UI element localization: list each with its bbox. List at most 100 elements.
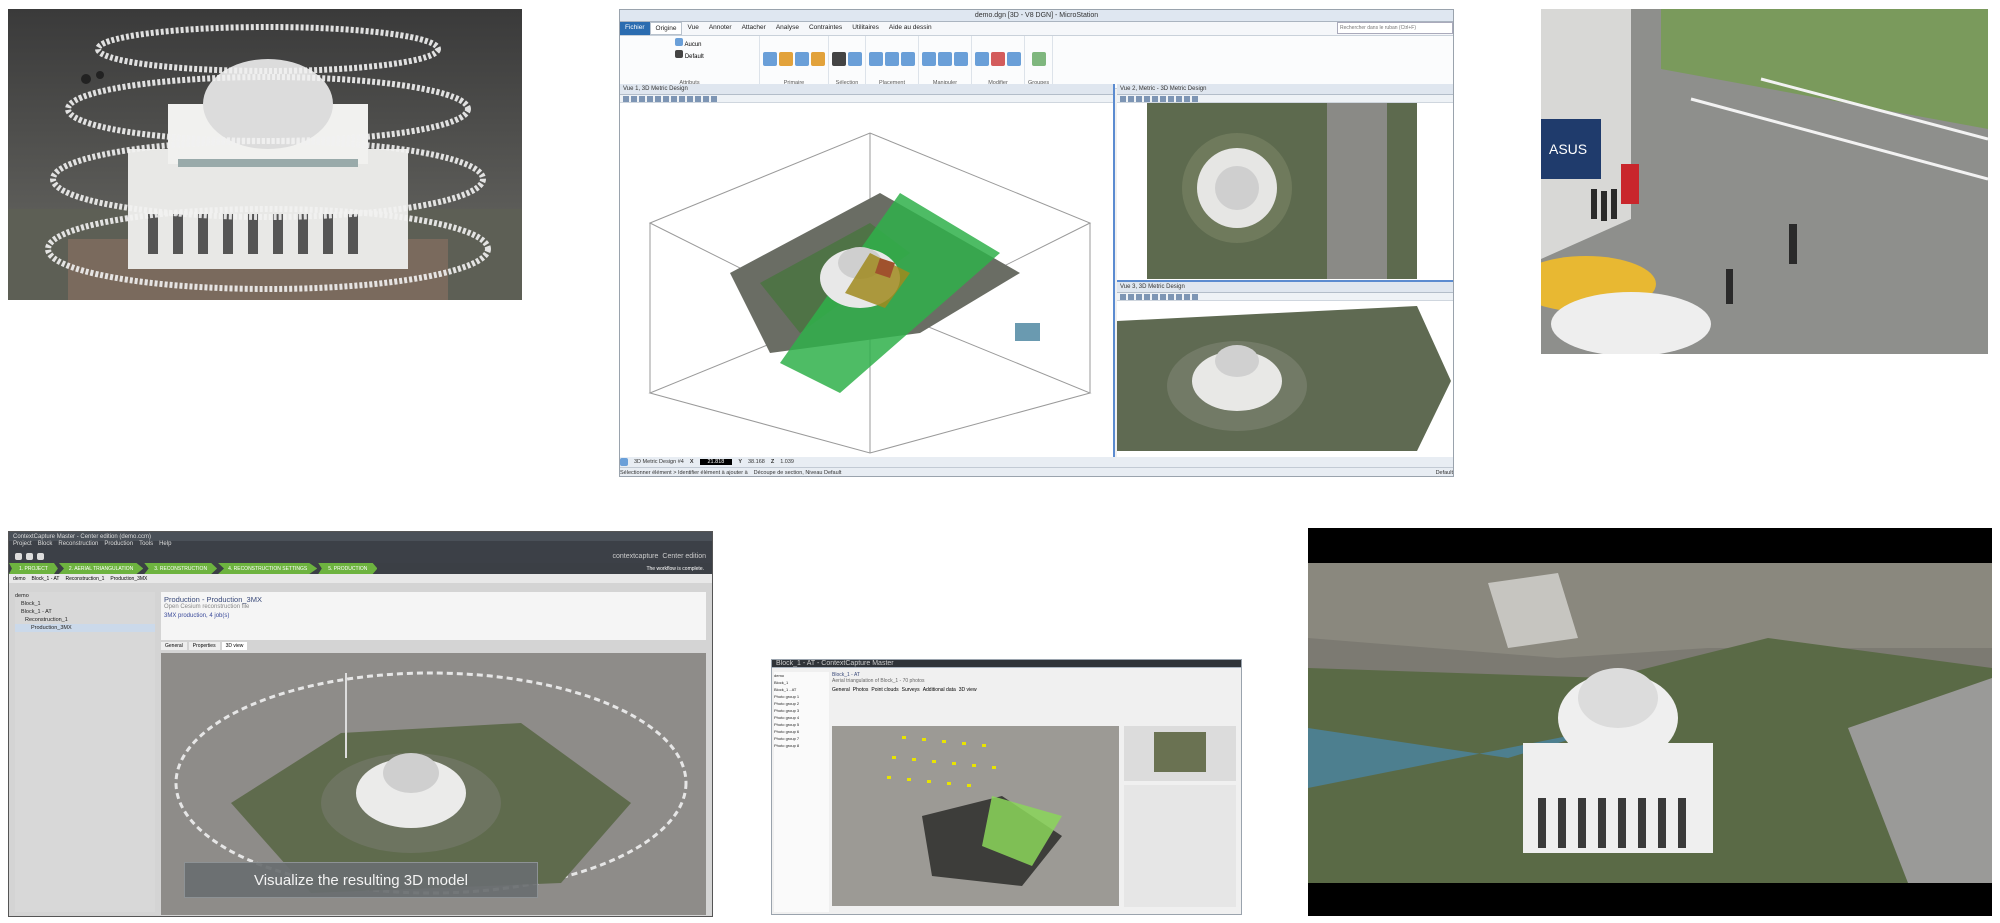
- trim-multiple-button[interactable]: [1007, 52, 1021, 66]
- models-button[interactable]: [795, 52, 809, 66]
- tree-item[interactable]: Photo group 4: [774, 714, 829, 721]
- tree-item[interactable]: Photo group 1: [774, 693, 829, 700]
- breadcrumb-item[interactable]: demo: [13, 576, 26, 582]
- tree-item[interactable]: Block_1: [774, 679, 829, 686]
- tab-additional-data[interactable]: Additional data: [923, 687, 956, 693]
- tab-photos[interactable]: Photos: [853, 687, 869, 693]
- menu-tools[interactable]: Tools: [139, 541, 153, 549]
- tab-contraintes[interactable]: Contraintes: [804, 22, 847, 35]
- tree-item[interactable]: Block_1 - AT: [774, 686, 829, 693]
- microstation-titlebar: demo.dgn [3D - V8 DGN] - MicroStation: [620, 10, 1453, 22]
- view-3-toolbar: [1117, 293, 1453, 301]
- breadcrumb-item[interactable]: Reconstruction_1: [66, 576, 105, 582]
- menu-block[interactable]: Block: [38, 541, 53, 549]
- tab-general[interactable]: General: [161, 642, 187, 650]
- tree-item[interactable]: Photo group 7: [774, 735, 829, 742]
- project-tree: demo Block_1 Block_1 - AT Reconstruction…: [15, 592, 155, 912]
- tab-fichier[interactable]: Fichier: [620, 22, 650, 35]
- break-element-button[interactable]: [991, 52, 1005, 66]
- tree-item[interactable]: Photo group 6: [774, 728, 829, 735]
- view-1-model: [648, 132, 1092, 454]
- tree-item[interactable]: Photo group 8: [774, 742, 829, 749]
- tab-aide-dessin[interactable]: Aide au dessin: [884, 22, 937, 35]
- style-value[interactable]: Default: [685, 54, 704, 60]
- tab-point-clouds[interactable]: Point clouds: [871, 687, 898, 693]
- modify-element-button[interactable]: [975, 52, 989, 66]
- attach-button[interactable]: [779, 52, 793, 66]
- tab-3d-view[interactable]: 3D view: [959, 687, 977, 693]
- tab-utilitaires[interactable]: Utilitaires: [847, 22, 884, 35]
- tree-item[interactable]: Photo group 3: [774, 707, 829, 714]
- step-aerial-triangulation[interactable]: 2. AERIAL TRIANGULATION: [58, 563, 144, 574]
- fence-tools-button[interactable]: [848, 52, 862, 66]
- open-project-icon[interactable]: [26, 552, 33, 560]
- tree-item-block[interactable]: Block_1: [15, 600, 155, 608]
- select-element-button[interactable]: [832, 52, 846, 66]
- tree-item[interactable]: demo: [774, 672, 829, 679]
- tab-general[interactable]: General: [832, 687, 850, 693]
- tab-vue[interactable]: Vue: [682, 22, 703, 35]
- tree-item-block-at[interactable]: Block_1 - AT: [15, 608, 155, 616]
- status-level[interactable]: Default: [1436, 470, 1453, 476]
- step-project[interactable]: 1. PROJECT: [9, 563, 58, 574]
- tab-3d-view[interactable]: 3D view: [221, 642, 248, 650]
- levels-button[interactable]: [811, 52, 825, 66]
- tree-item-production[interactable]: Production_3MX: [15, 624, 155, 632]
- status-bar: Sélectionner élément > Identifier élémen…: [620, 467, 1453, 476]
- orbit-render-scene: [8, 9, 522, 300]
- create-region-button[interactable]: [1031, 52, 1046, 66]
- cc-breadcrumb: demo Block_1 - AT Reconstruction_1 Produ…: [9, 574, 712, 583]
- street-scene: ASUS: [1541, 9, 1988, 354]
- save-project-icon[interactable]: [37, 552, 44, 560]
- coord-z-field[interactable]: 1.039: [780, 459, 794, 465]
- aerial-triangulation-window: Block_1 - AT - ContextCapture Master dem…: [771, 659, 1242, 915]
- arc-tools-button[interactable]: [885, 52, 899, 66]
- step-reconstruction-settings[interactable]: 4. RECONSTRUCTION SETTINGS: [218, 563, 318, 574]
- tab-annoter[interactable]: Annoter: [704, 22, 737, 35]
- menu-help[interactable]: Help: [159, 541, 171, 549]
- tab-surveys[interactable]: Surveys: [902, 687, 920, 693]
- coord-y-field[interactable]: 38.168: [748, 459, 765, 465]
- production-link[interactable]: 3MX production, 4 job(s): [164, 613, 703, 619]
- menu-production[interactable]: Production: [104, 541, 133, 549]
- step-production[interactable]: 5. PRODUCTION: [318, 563, 378, 574]
- move-button[interactable]: [922, 52, 936, 66]
- menu-project[interactable]: Project: [13, 541, 32, 549]
- view-3-model: [1117, 306, 1451, 451]
- at-3d-view[interactable]: [832, 726, 1119, 906]
- view-1-toolbar: [620, 95, 1113, 103]
- level-value[interactable]: Aucun: [685, 42, 702, 48]
- group-placement: Placement: [866, 36, 919, 88]
- explorer-button[interactable]: [763, 52, 777, 66]
- tab-properties[interactable]: Properties: [188, 642, 220, 650]
- tab-attacher[interactable]: Attacher: [737, 22, 771, 35]
- group-selection: Sélection: [829, 36, 866, 88]
- tree-item-reconstruction[interactable]: Reconstruction_1: [15, 616, 155, 624]
- new-project-icon[interactable]: [15, 552, 22, 560]
- view-1[interactable]: Vue 1, 3D Metric Design: [620, 84, 1115, 457]
- line-tools-button[interactable]: [869, 52, 883, 66]
- rotate-button[interactable]: [954, 52, 968, 66]
- view-control-bar: 3D Metric Design #4 X 21.818 Y 38.168 Z …: [620, 457, 1453, 467]
- view-rotate-icon[interactable]: [620, 458, 628, 466]
- step-reconstruction[interactable]: 3. RECONSTRUCTION: [144, 563, 218, 574]
- ribbon-search-input[interactable]: [1337, 22, 1453, 34]
- breadcrumb-item[interactable]: Block_1 - AT: [32, 576, 60, 582]
- view-2[interactable]: Vue 2, Metric - 3D Metric Design: [1117, 84, 1453, 282]
- view-3[interactable]: Vue 3, 3D Metric Design: [1117, 282, 1453, 457]
- page-subtitle: Open Cesium reconstruction file: [164, 604, 250, 610]
- breadcrumb-item[interactable]: Production_3MX: [110, 576, 147, 582]
- tree-item[interactable]: Photo group 5: [774, 721, 829, 728]
- brand-logo: contextcapture: [612, 552, 659, 560]
- polygon-tools-button[interactable]: [901, 52, 915, 66]
- coord-x-field[interactable]: 21.818: [699, 459, 733, 465]
- tab-origine[interactable]: Origine: [649, 22, 683, 35]
- view-2-model: [1147, 103, 1417, 279]
- tree-item[interactable]: Photo group 2: [774, 700, 829, 707]
- tab-analyse[interactable]: Analyse: [771, 22, 804, 35]
- copy-button[interactable]: [938, 52, 952, 66]
- view-selector[interactable]: 3D Metric Design #4: [634, 459, 684, 465]
- style-icon: [675, 50, 684, 58]
- menu-reconstruction[interactable]: Reconstruction: [58, 541, 98, 549]
- tree-item-demo[interactable]: demo: [15, 592, 155, 600]
